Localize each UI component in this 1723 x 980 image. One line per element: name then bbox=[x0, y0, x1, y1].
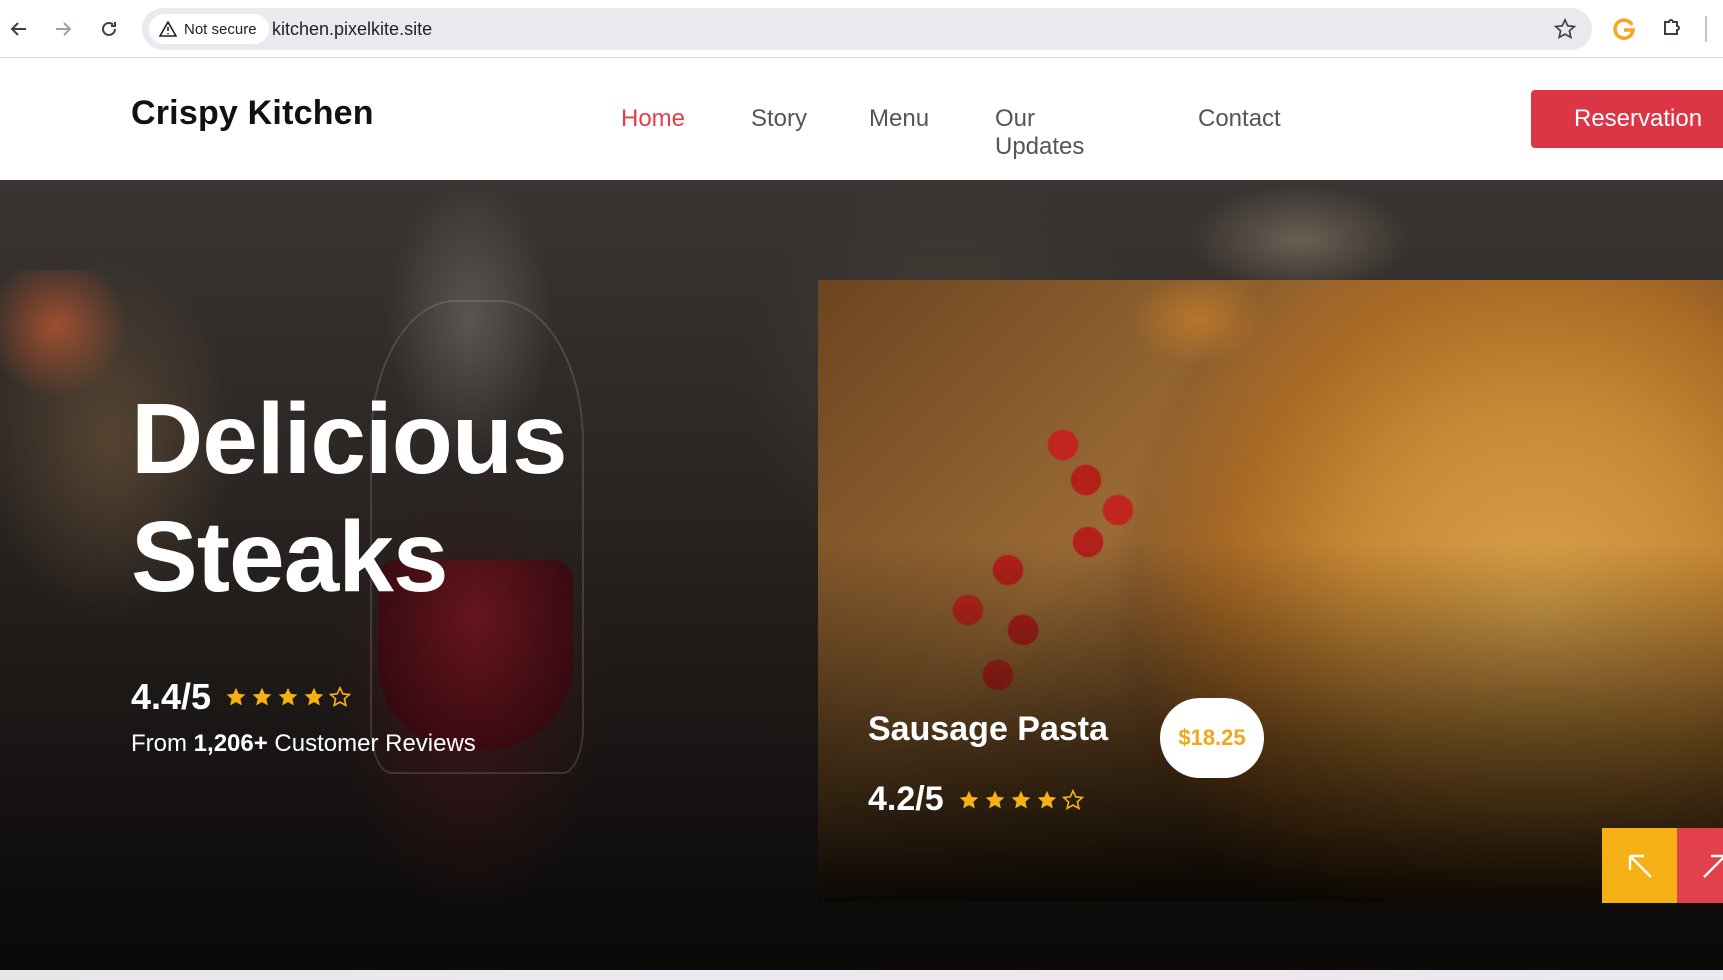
featured-dish-card[interactable]: Sausage Pasta $18.25 4.2/5 bbox=[818, 280, 1723, 902]
nav-menu[interactable]: Menu bbox=[869, 105, 929, 133]
slider-next-button[interactable] bbox=[1677, 828, 1723, 903]
nav-our-updates[interactable]: Our Updates bbox=[995, 105, 1084, 161]
hero-bg-flowers bbox=[0, 270, 140, 410]
star-filled-icon bbox=[1011, 790, 1030, 808]
browser-toolbar: Not secure kitchen.pixelkite.site bbox=[0, 0, 1723, 58]
puzzle-icon bbox=[1664, 19, 1680, 35]
extensions-button[interactable] bbox=[1660, 16, 1684, 45]
star-filled-icon bbox=[1037, 790, 1056, 808]
star-outline-icon bbox=[1061, 788, 1084, 810]
star-filled-icon bbox=[304, 687, 324, 706]
hero-reviews: From 1,206+ Customer Reviews bbox=[131, 730, 476, 758]
address-bar[interactable]: Not secure kitchen.pixelkite.site bbox=[142, 8, 1592, 50]
arrow-up-left-icon bbox=[1628, 854, 1652, 878]
star-outline-icon bbox=[329, 686, 352, 708]
reviews-count: 1,206+ bbox=[193, 730, 268, 757]
warning-icon bbox=[159, 21, 177, 37]
reload-button[interactable] bbox=[94, 14, 124, 44]
reviews-suffix: Customer Reviews bbox=[274, 730, 476, 757]
hero-title-line1: Delicious bbox=[131, 383, 568, 495]
reservation-button[interactable]: Reservation bbox=[1531, 90, 1723, 148]
back-button[interactable] bbox=[4, 14, 34, 44]
hero-title: Delicious Steaks bbox=[131, 380, 568, 616]
nav-home[interactable]: Home bbox=[621, 105, 685, 133]
star-filled-icon bbox=[278, 687, 298, 706]
arrow-left-icon bbox=[10, 22, 26, 36]
slider-prev-button[interactable] bbox=[1602, 828, 1677, 903]
featured-star-rating bbox=[958, 788, 1084, 811]
forward-button[interactable] bbox=[48, 14, 78, 44]
price-badge: $18.25 bbox=[1160, 698, 1264, 778]
arrow-right-icon bbox=[56, 22, 72, 36]
nav-contact[interactable]: Contact bbox=[1198, 105, 1281, 133]
site-logo[interactable]: Crispy Kitchen bbox=[131, 94, 374, 133]
hero-rating: 4.4/5 bbox=[131, 676, 352, 718]
toolbar-divider bbox=[1705, 16, 1707, 42]
hero-rating-value: 4.4/5 bbox=[131, 676, 212, 717]
hero-star-rating bbox=[225, 686, 352, 708]
next-section-edge bbox=[0, 970, 1723, 980]
security-chip[interactable]: Not secure bbox=[149, 14, 269, 44]
star-filled-icon bbox=[252, 687, 272, 706]
reviews-prefix: From bbox=[131, 730, 187, 757]
nav-story[interactable]: Story bbox=[751, 105, 807, 133]
star-filled-icon bbox=[226, 687, 246, 706]
featured-rating: 4.2/5 bbox=[868, 780, 1084, 819]
bookmark-button[interactable] bbox=[1553, 17, 1577, 45]
security-label: Not secure bbox=[184, 20, 257, 38]
featured-dish-name: Sausage Pasta bbox=[868, 710, 1109, 748]
g-extension-button[interactable] bbox=[1612, 16, 1636, 45]
star-outline-icon bbox=[1553, 17, 1577, 40]
url-text[interactable]: kitchen.pixelkite.site bbox=[272, 8, 432, 50]
reload-icon bbox=[102, 21, 116, 36]
star-filled-icon bbox=[985, 790, 1004, 808]
arrow-up-right-icon bbox=[1702, 854, 1723, 878]
site-header: Crispy Kitchen Home Story Menu Our Updat… bbox=[0, 58, 1723, 180]
star-filled-icon bbox=[959, 790, 978, 808]
g-extension-icon bbox=[1613, 18, 1635, 40]
hero-title-line2: Steaks bbox=[131, 501, 448, 613]
featured-rating-value: 4.2/5 bbox=[868, 780, 944, 818]
